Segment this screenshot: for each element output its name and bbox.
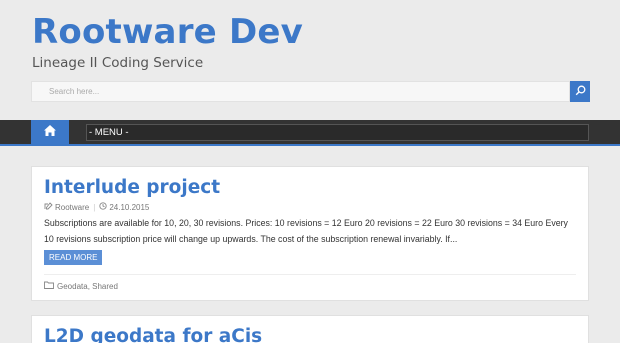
post-meta: Rootware | 24.10.2015	[44, 202, 149, 212]
site-title[interactable]: Rootware Dev	[32, 12, 303, 52]
category-links[interactable]: Geodata, Shared	[57, 282, 118, 291]
post-excerpt: Subscriptions are available for 10, 20, …	[44, 218, 568, 244]
author-icon	[44, 202, 55, 212]
post-categories: Geodata, Shared	[44, 281, 118, 291]
site-tagline: Lineage II Coding Service	[32, 55, 204, 71]
site-header: Rootware Dev Lineage II Coding Service	[0, 0, 620, 120]
home-button[interactable]	[31, 120, 69, 146]
post-date: 24.10.2015	[109, 202, 150, 212]
menu-dropdown[interactable]: - MENU -	[86, 124, 589, 141]
clock-icon	[99, 202, 109, 212]
post-card: L2D geodata for aCis	[31, 315, 589, 343]
folder-icon	[44, 281, 57, 291]
meta-separator: |	[93, 202, 96, 212]
main-navbar: - MENU -	[0, 120, 620, 146]
post-divider	[44, 274, 576, 275]
search-icon	[575, 83, 586, 101]
read-more-button[interactable]: READ MORE	[44, 250, 103, 265]
post-author[interactable]: Rootware	[55, 203, 89, 212]
search-form	[31, 81, 590, 102]
post-title[interactable]: Interlude project	[44, 177, 220, 198]
post-title[interactable]: L2D geodata for aCis	[44, 326, 262, 343]
search-button[interactable]	[570, 81, 590, 102]
home-icon	[43, 124, 57, 142]
post-card: Interlude project Rootware | 24.10.2015 …	[31, 166, 589, 301]
search-input[interactable]	[31, 81, 570, 102]
